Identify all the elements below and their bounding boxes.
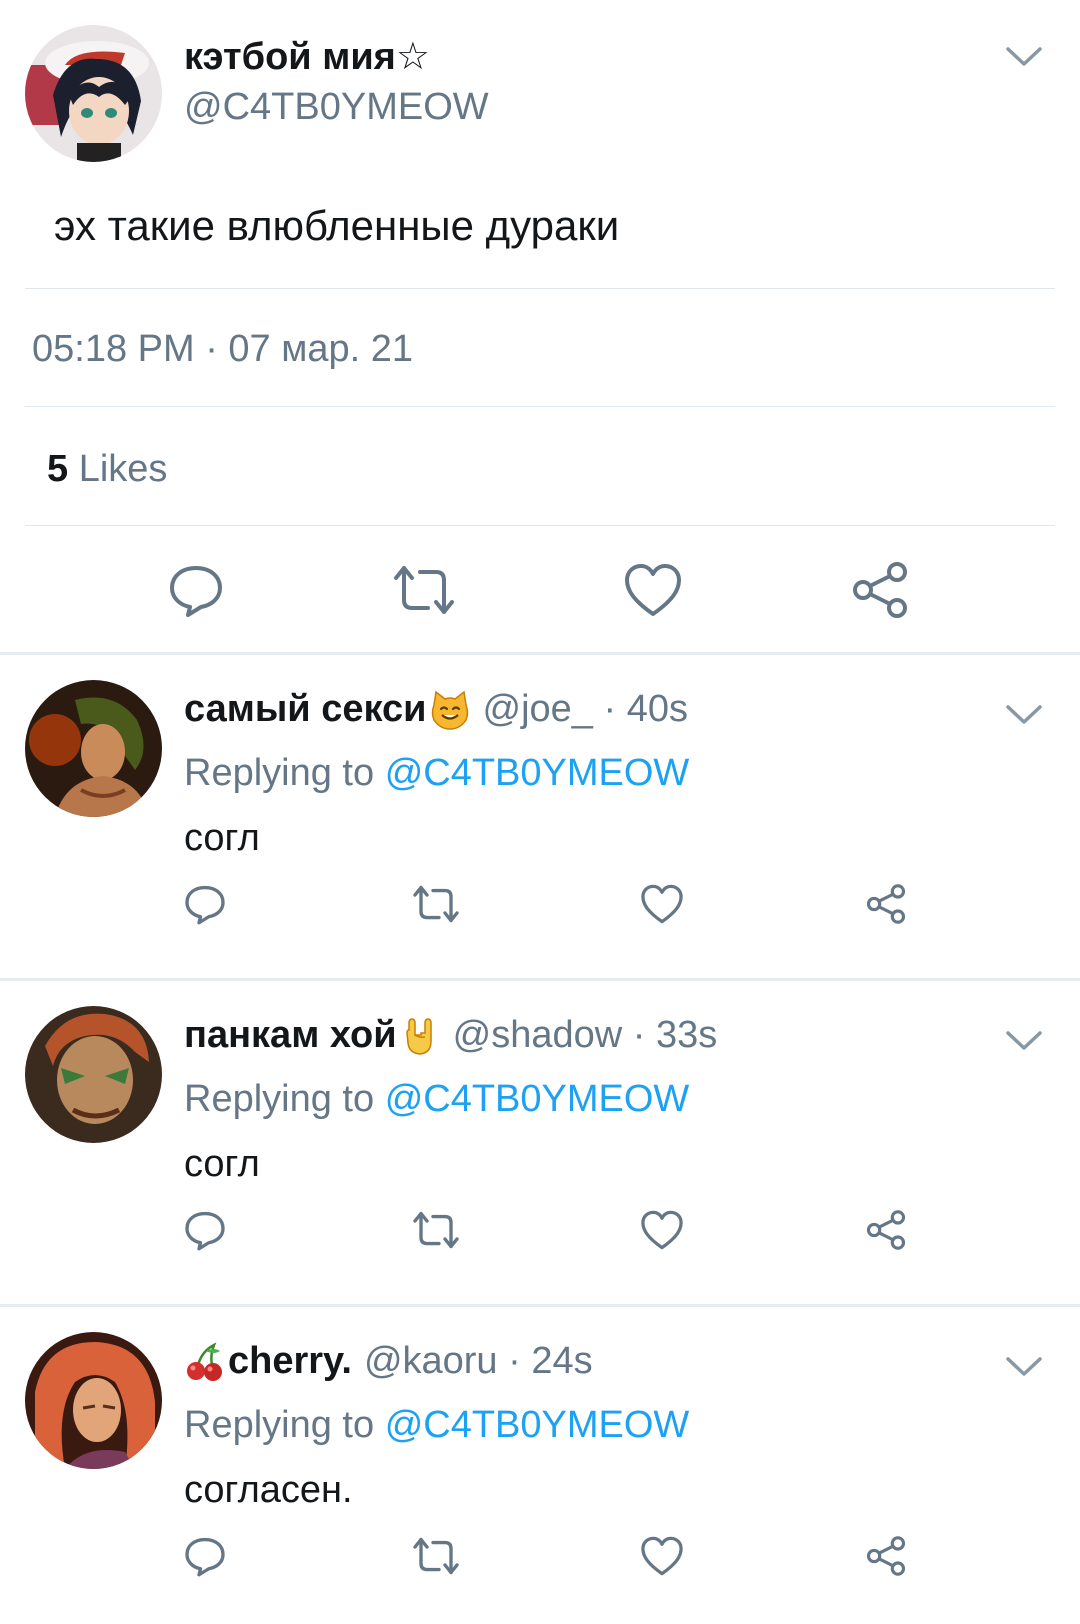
reply-header: самый секси @joe_ · 40s xyxy=(184,688,688,731)
chevron-down-icon[interactable] xyxy=(1004,702,1044,728)
reply-tweet[interactable]: самый секси @joe_ · 40s Replying to @C4T… xyxy=(0,656,1080,982)
divider xyxy=(25,406,1055,407)
replying-to: Replying to @C4TB0YMEOW xyxy=(184,752,689,795)
like-heart-icon[interactable] xyxy=(640,1208,684,1252)
share-icon[interactable] xyxy=(864,1208,908,1252)
reply-header: панкам хой @shadow · 33s xyxy=(184,1014,717,1057)
chevron-down-icon[interactable] xyxy=(1004,1028,1044,1054)
replying-to: Replying to @C4TB0YMEOW xyxy=(184,1404,689,1447)
chevron-down-icon[interactable] xyxy=(1004,1354,1044,1380)
reply-avatar[interactable] xyxy=(25,680,162,817)
section-divider xyxy=(0,978,1080,981)
likes-count[interactable]: 5 Likes xyxy=(47,448,167,491)
replying-mention-link[interactable]: @C4TB0YMEOW xyxy=(385,1078,690,1120)
reply-icon[interactable] xyxy=(183,882,227,926)
share-icon[interactable] xyxy=(864,882,908,926)
main-tweet: кэтбой мия☆ @C4TB0YMEOW эх такие влюблен… xyxy=(0,0,1080,652)
reply-text: согл xyxy=(184,817,260,859)
likes-label: Likes xyxy=(78,448,168,490)
retweet-icon[interactable] xyxy=(412,1534,460,1578)
divider xyxy=(25,288,1055,289)
like-heart-icon[interactable] xyxy=(640,1534,684,1578)
reply-tweet[interactable]: cherry. @kaoru · 24s Replying to @C4TB0Y… xyxy=(0,1308,1080,1624)
reply-avatar[interactable] xyxy=(25,1332,162,1469)
author-display-name[interactable]: кэтбой мия☆ xyxy=(184,34,430,79)
reply-avatar[interactable] xyxy=(25,1006,162,1143)
cat-face-emoji-icon xyxy=(429,689,471,731)
replying-to: Replying to @C4TB0YMEOW xyxy=(184,1078,689,1121)
section-divider xyxy=(0,1304,1080,1307)
reply-header: cherry. @kaoru · 24s xyxy=(184,1340,593,1383)
reply-display-name[interactable]: панкам хой xyxy=(184,1014,397,1057)
divider xyxy=(25,525,1055,526)
share-icon[interactable] xyxy=(850,560,910,620)
reply-display-name[interactable]: самый секси xyxy=(184,688,427,731)
reply-text: согл xyxy=(184,1143,260,1185)
reply-meta: @joe_ · 40s xyxy=(482,688,688,730)
rock-on-hand-emoji-icon xyxy=(399,1015,441,1057)
section-divider xyxy=(0,652,1080,655)
retweet-icon[interactable] xyxy=(412,882,460,926)
replying-prefix: Replying to xyxy=(184,1404,375,1446)
like-heart-icon[interactable] xyxy=(640,882,684,926)
reply-icon[interactable] xyxy=(166,560,226,620)
reply-meta: @shadow · 33s xyxy=(452,1014,718,1056)
reply-tweet[interactable]: панкам хой @shadow · 33s Replying to @C4… xyxy=(0,982,1080,1308)
like-heart-icon[interactable] xyxy=(622,560,684,620)
tweet-timestamp: 05:18 PM · 07 мар. 21 xyxy=(32,328,414,370)
author-avatar[interactable] xyxy=(25,25,162,162)
retweet-icon[interactable] xyxy=(392,560,456,620)
replying-mention-link[interactable]: @C4TB0YMEOW xyxy=(385,752,690,794)
reply-icon[interactable] xyxy=(183,1534,227,1578)
reply-display-name[interactable]: cherry. xyxy=(228,1340,352,1383)
retweet-icon[interactable] xyxy=(412,1208,460,1252)
reply-meta: @kaoru · 24s xyxy=(363,1340,593,1382)
replying-prefix: Replying to xyxy=(184,1078,375,1120)
reply-icon[interactable] xyxy=(183,1208,227,1252)
likes-number: 5 xyxy=(47,448,69,490)
share-icon[interactable] xyxy=(864,1534,908,1578)
reply-text: согласен. xyxy=(184,1469,353,1511)
replying-mention-link[interactable]: @C4TB0YMEOW xyxy=(385,1404,690,1446)
chevron-down-icon[interactable] xyxy=(1004,44,1044,70)
tweet-text: эх такие влюбленные дураки xyxy=(54,202,620,249)
replying-prefix: Replying to xyxy=(184,752,375,794)
author-handle[interactable]: @C4TB0YMEOW xyxy=(184,86,489,129)
cherries-emoji-icon xyxy=(184,1341,226,1383)
